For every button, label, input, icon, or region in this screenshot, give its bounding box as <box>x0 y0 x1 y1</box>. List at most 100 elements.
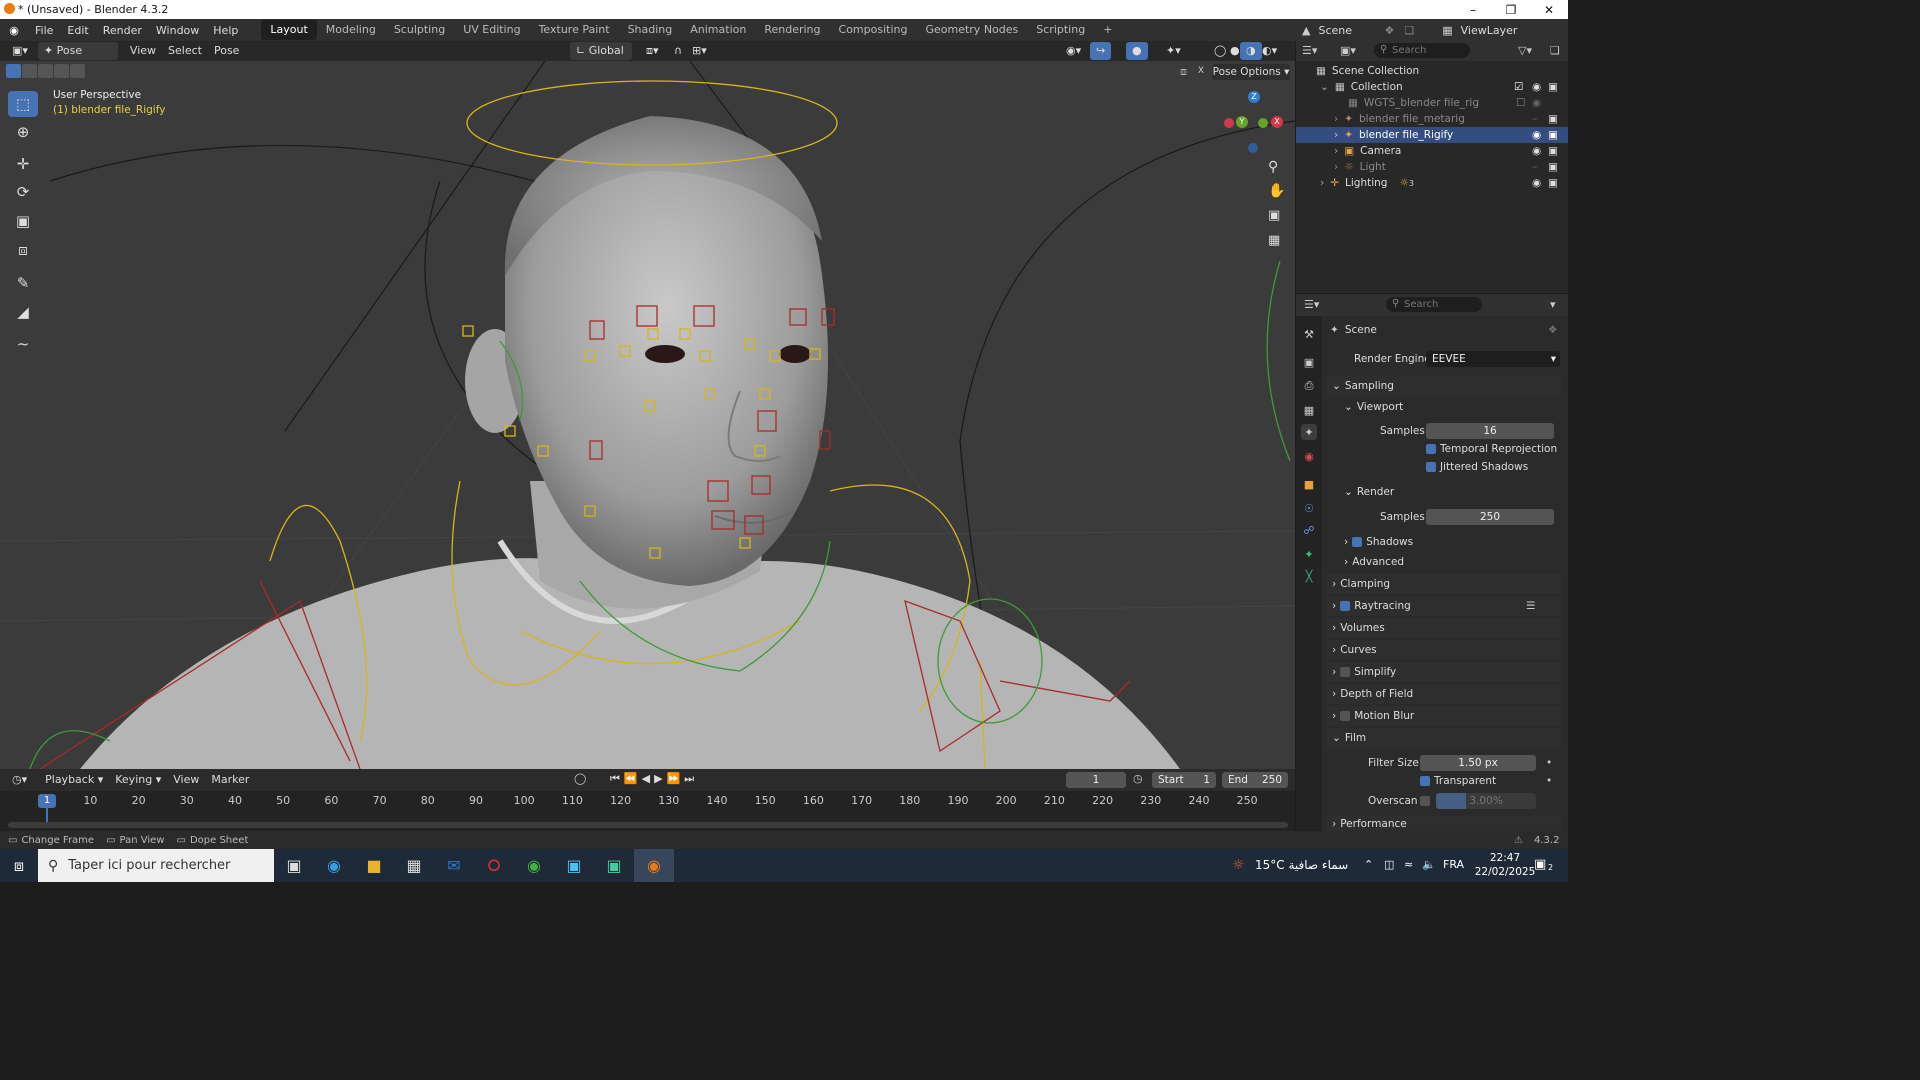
motion-blur-checkbox[interactable] <box>1340 711 1351 721</box>
gizmo-neg-z[interactable] <box>1248 143 1258 153</box>
filter-icon[interactable]: ▽▾ <box>1518 44 1532 57</box>
volumes-section[interactable]: › Volumes <box>1326 618 1562 638</box>
camera-render-icon[interactable]: ▣ <box>1548 129 1558 141</box>
visibility-icon[interactable]: ◉▾ <box>1060 42 1087 60</box>
eye-hidden-icon[interactable]: – <box>1532 113 1537 125</box>
outliner-search-input[interactable]: Search <box>1374 43 1470 58</box>
gizmo-neg-x[interactable] <box>1224 118 1234 128</box>
xray-icon[interactable]: ✦▾ <box>1160 42 1187 60</box>
measure-tool-icon[interactable]: ◢ <box>8 299 38 325</box>
list-options-icon[interactable]: ☰ <box>1526 600 1535 612</box>
photoshop-app-icon[interactable]: ▣ <box>554 849 594 882</box>
expand-chevron-icon[interactable]: › <box>1320 177 1324 189</box>
tab-texture-paint[interactable]: Texture Paint <box>530 20 619 40</box>
shading-rendered-icon[interactable]: ◐▾ <box>1256 42 1283 60</box>
keyframe-dot-icon[interactable]: • <box>1546 775 1552 787</box>
camera-render-icon[interactable]: ▣ <box>1548 177 1558 189</box>
chrome-app-icon[interactable]: ◉ <box>514 849 554 882</box>
close-button[interactable]: ✕ <box>1530 0 1568 19</box>
windows-start-icon[interactable]: ⧈ <box>0 849 38 882</box>
tab-modeling[interactable]: Modeling <box>317 20 385 40</box>
m-app-icon[interactable]: ▣ <box>594 849 634 882</box>
volume-icon[interactable]: 🔈 <box>1422 858 1436 871</box>
menu-render[interactable]: Render <box>96 24 149 37</box>
pose-options-dropdown[interactable]: Pose Options ▾ <box>1212 64 1290 80</box>
mode-selector[interactable]: ✦ Pose Mode ▾ <box>37 42 118 75</box>
taskbar-search-box[interactable]: ⚲ Taper ici pour rechercher <box>38 849 274 882</box>
select-intersect-icon[interactable] <box>70 64 85 78</box>
blender-menu-icon[interactable]: ◉ <box>0 24 28 37</box>
gizmo-x-axis[interactable]: X <box>1271 116 1283 128</box>
notification-icon[interactable]: ▣ <box>1534 857 1546 872</box>
viewlayer-selector[interactable]: ViewLayer <box>1461 24 1518 37</box>
outliner-row-light[interactable]: › ☼ Light – ▣ <box>1296 159 1568 175</box>
store-app-icon[interactable]: ▦ <box>394 849 434 882</box>
zoom-icon[interactable]: ⚲ <box>1268 159 1278 175</box>
include-checkbox-icon[interactable]: ☐ <box>1516 97 1525 109</box>
simplify-section[interactable]: › Simplify <box>1326 662 1562 682</box>
menu-edit[interactable]: Edit <box>60 24 95 37</box>
transform-orientation-selector[interactable]: ∟ Global ▾ <box>570 42 632 75</box>
gizmo-toggle-icon[interactable]: ↪ <box>1090 42 1112 60</box>
performance-section[interactable]: › Performance <box>1326 816 1562 831</box>
temporal-reprojection-row[interactable]: Temporal Reprojection <box>1326 439 1562 459</box>
expand-chevron-icon[interactable]: ⌄ <box>1320 81 1329 93</box>
menu-file[interactable]: File <box>28 24 60 37</box>
properties-editor-icon[interactable]: ☰▾ <box>1304 298 1319 311</box>
tool-tab-icon[interactable]: ⚒ <box>1301 326 1317 342</box>
camera-render-icon[interactable]: ▣ <box>1548 161 1558 173</box>
shadows-subsection[interactable]: › Shadows <box>1326 532 1562 552</box>
menu-view[interactable]: View <box>124 42 162 60</box>
tab-uv-editing[interactable]: UV Editing <box>454 20 529 40</box>
object-gizmo-icon[interactable]: ⧈ <box>1180 65 1187 79</box>
tab-layout[interactable]: Layout <box>261 20 317 40</box>
select-new-icon[interactable] <box>6 64 21 78</box>
tab-shading[interactable]: Shading <box>619 20 682 40</box>
properties-search-input[interactable]: Search <box>1386 297 1482 312</box>
select-subtract-icon[interactable] <box>38 64 53 78</box>
move-tool-icon[interactable]: ✛ <box>8 151 38 177</box>
eye-hidden-icon[interactable]: – <box>1532 161 1537 173</box>
raytracing-section[interactable]: › Raytracing ☰ <box>1326 596 1562 616</box>
playhead[interactable]: 1 <box>38 794 56 808</box>
gizmo-z-axis[interactable]: Z <box>1248 91 1260 103</box>
task-view-icon[interactable]: ▣ <box>274 849 314 882</box>
3d-viewport[interactable]: User Perspective (1) blender file_Rigify… <box>0 61 1295 769</box>
film-section[interactable]: ⌄ Film <box>1326 728 1562 748</box>
depth-of-field-section[interactable]: › Depth of Field <box>1326 684 1562 704</box>
include-checkbox-icon[interactable]: ☑ <box>1514 81 1523 93</box>
menu-window[interactable]: Window <box>149 24 206 37</box>
transparent-row[interactable]: Transparent • <box>1326 771 1562 791</box>
physics-tab-icon[interactable]: ☉ <box>1301 500 1317 516</box>
overlay-toggle-icon[interactable]: ● <box>1126 42 1148 60</box>
expand-chevron-icon[interactable]: › <box>1334 161 1338 173</box>
ortho-toggle-icon[interactable]: ▦ <box>1268 233 1280 248</box>
cursor-tool-icon[interactable]: ⊕ <box>8 119 38 145</box>
tab-sculpting[interactable]: Sculpting <box>385 20 454 40</box>
menu-pose[interactable]: Pose <box>208 42 245 60</box>
outliner-row-wgts[interactable]: ▦ WGTS_blender file_rig ☐ ◉ <box>1296 95 1568 111</box>
timeline-scrollbar[interactable] <box>8 822 1288 828</box>
world-tab-icon[interactable]: ◉ <box>1301 448 1317 464</box>
tab-compositing[interactable]: Compositing <box>830 20 917 40</box>
outliner-row-scene-collection[interactable]: ▦ Scene Collection <box>1296 63 1568 79</box>
view-layer-tab-icon[interactable]: ▦ <box>1301 402 1317 418</box>
select-extend-icon[interactable] <box>22 64 37 78</box>
new-scene-icon[interactable]: ❏ <box>1404 24 1414 37</box>
keyframe-dot-icon[interactable]: • <box>1546 757 1552 769</box>
outliner-editor-icon[interactable]: ☰▾ <box>1302 44 1317 57</box>
display-mode-icon[interactable]: ▣▾ <box>1340 44 1356 57</box>
overscan-checkbox[interactable] <box>1420 796 1430 806</box>
menu-help[interactable]: Help <box>206 24 245 37</box>
scale-tool-icon[interactable]: ▣ <box>8 208 38 234</box>
temporal-reprojection-checkbox[interactable] <box>1426 444 1436 454</box>
advanced-subsection[interactable]: › Advanced <box>1326 552 1562 572</box>
viewport-samples-field[interactable]: 16 <box>1426 423 1554 439</box>
new-collection-icon[interactable]: ❏ <box>1550 44 1560 57</box>
tab-geometry-nodes[interactable]: Geometry Nodes <box>916 20 1027 40</box>
camera-render-icon[interactable]: ▣ <box>1548 113 1558 125</box>
edge-app-icon[interactable]: ◉ <box>314 849 354 882</box>
tab-rendering[interactable]: Rendering <box>755 20 829 40</box>
clamping-section[interactable]: › Clamping <box>1326 574 1562 594</box>
eye-icon[interactable]: ◉ <box>1532 145 1541 157</box>
